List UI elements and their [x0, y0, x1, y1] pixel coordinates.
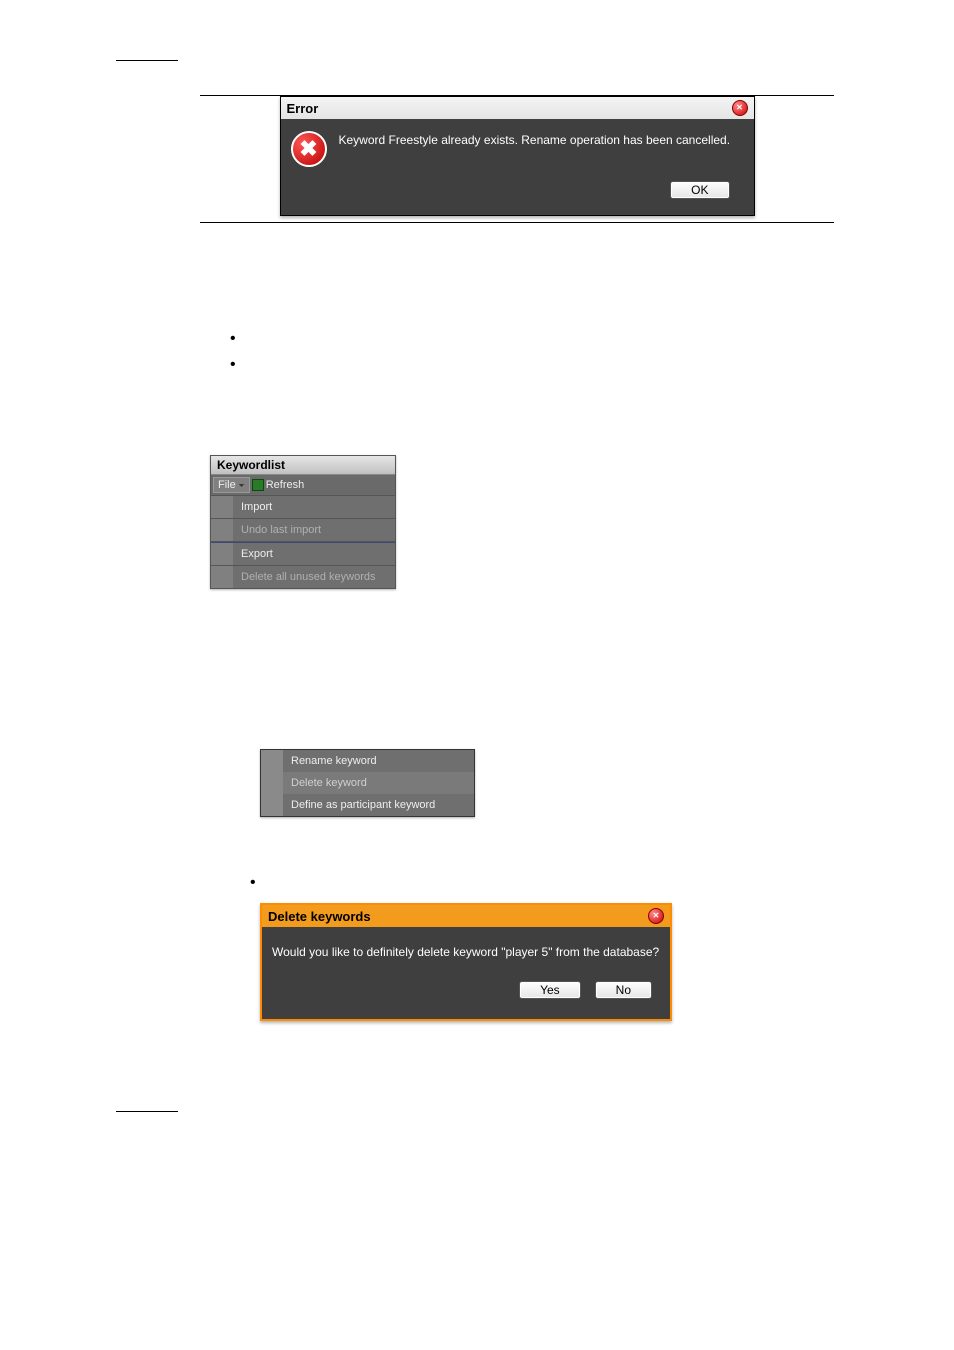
- ok-button[interactable]: OK: [670, 181, 729, 199]
- menu-item-delete-unused: Delete all unused keywords: [211, 566, 395, 588]
- file-menu-label: File: [218, 479, 236, 491]
- menu-item-define-participant[interactable]: Define as participant keyword: [283, 794, 474, 816]
- error-dialog: Error ✖ Keyword Freestyle already exists…: [280, 96, 755, 216]
- bullet-item: [250, 877, 834, 893]
- bullet-item: [230, 359, 834, 375]
- menu-item-delete[interactable]: Delete keyword: [283, 772, 474, 794]
- menu-item-rename[interactable]: Rename keyword: [283, 750, 474, 772]
- refresh-icon[interactable]: [252, 479, 264, 491]
- keywordlist-toolbar: File Refresh: [211, 474, 395, 496]
- menu-icon-strip: [261, 772, 283, 794]
- file-menu[interactable]: File: [213, 477, 250, 493]
- delete-keywords-dialog: Delete keywords Would you like to defini…: [260, 903, 672, 1021]
- keywordlist-title: Keywordlist: [211, 456, 395, 474]
- chevron-down-icon: [238, 482, 245, 489]
- error-message: Keyword Freestyle already exists. Rename…: [339, 131, 731, 149]
- context-menu: Rename keyword Delete keyword Define as …: [260, 749, 475, 817]
- menu-item-import[interactable]: Import: [211, 496, 395, 519]
- no-button[interactable]: No: [595, 981, 652, 999]
- close-icon[interactable]: [732, 100, 748, 116]
- footer-rule-fragment: [116, 1111, 178, 1112]
- yes-button[interactable]: Yes: [519, 981, 581, 999]
- menu-item-undo-import: Undo last import: [211, 519, 395, 542]
- delete-dialog-message: Would you like to definitely delete keyw…: [262, 927, 670, 969]
- header-rule-fragment: [116, 60, 178, 61]
- bullet-item: [230, 333, 834, 349]
- menu-icon-strip: [261, 750, 283, 772]
- refresh-label[interactable]: Refresh: [266, 479, 305, 491]
- menu-icon-strip: [261, 794, 283, 816]
- error-dialog-titlebar: Error: [281, 97, 754, 119]
- error-dialog-title: Error: [287, 101, 319, 116]
- menu-item-export[interactable]: Export: [211, 542, 395, 566]
- delete-dialog-title: Delete keywords: [268, 909, 371, 924]
- file-menu-dropdown: Import Undo last import Export Delete al…: [211, 496, 395, 588]
- x-icon: ✖: [299, 138, 317, 160]
- keywordlist-panel: Keywordlist File Refresh Import Undo las…: [210, 455, 396, 589]
- delete-dialog-titlebar: Delete keywords: [262, 905, 670, 927]
- close-icon[interactable]: [648, 908, 664, 924]
- error-icon: ✖: [291, 131, 327, 167]
